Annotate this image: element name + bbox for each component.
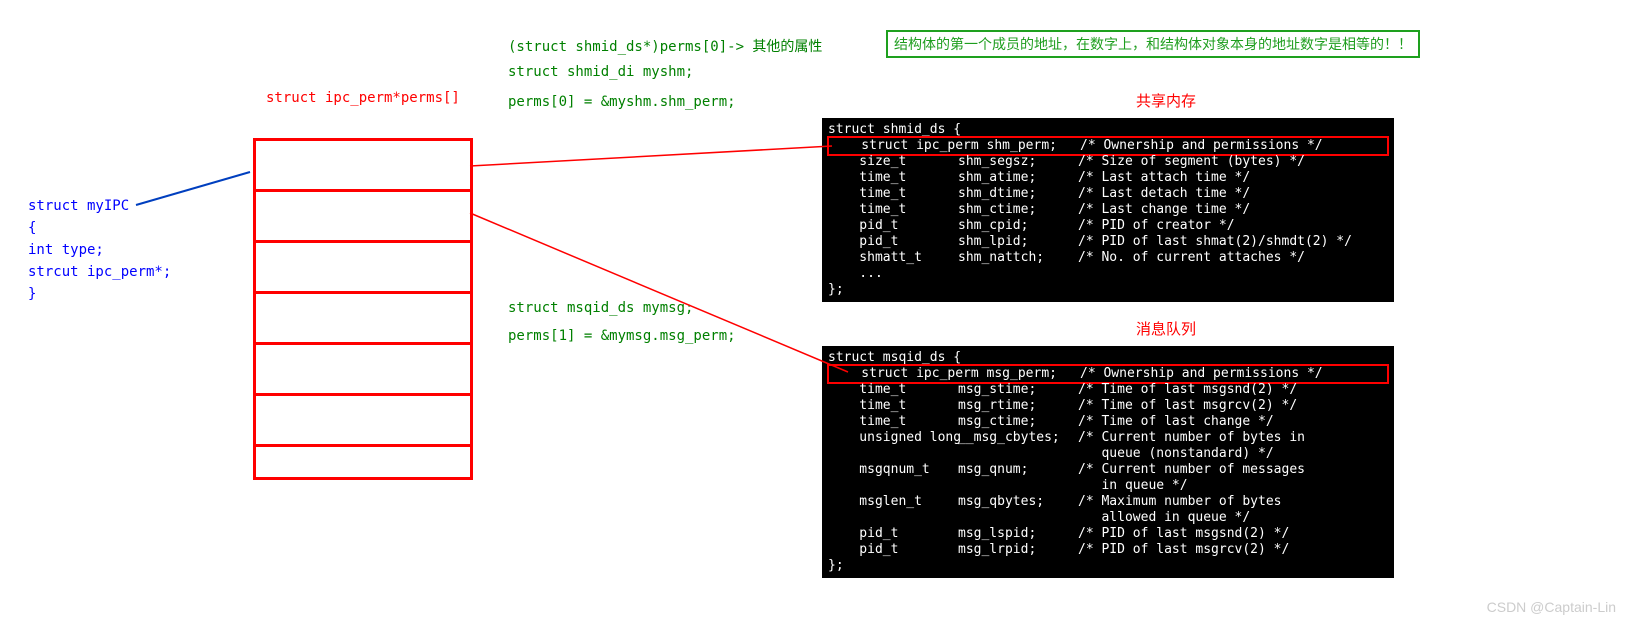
code-line: ...: [828, 266, 1388, 282]
shared-memory-title: 共享内存: [1136, 90, 1196, 111]
code-line: shmatt_tshm_nattch;/* No. of current att…: [828, 250, 1388, 266]
code-line: time_tmsg_rtime;/* Time of last msgrcv(2…: [828, 398, 1388, 414]
code-line: allowed in queue */: [828, 510, 1388, 526]
code-line: time_tshm_atime;/* Last attach time */: [828, 170, 1388, 186]
code-line: strcut ipc_perm*;: [28, 261, 171, 283]
code-line: pid_tmsg_lrpid;/* PID of last msgrcv(2) …: [828, 542, 1388, 558]
array-cell: [256, 192, 470, 243]
code-line: in queue */: [828, 478, 1388, 494]
msg-code-block: struct msqid_ds { struct ipc_perm msg_pe…: [822, 346, 1394, 578]
code-line: msgqnum_tmsg_qnum;/* Current number of m…: [828, 462, 1388, 478]
code-line: };: [828, 558, 1388, 574]
code-line: pid_tshm_lpid;/* PID of last shmat(2)/sh…: [828, 234, 1388, 250]
perms-array-label: struct ipc_perm*perms[]: [266, 90, 460, 106]
code-line: struct ipc_perm shm_perm;/* Ownership an…: [828, 138, 1388, 154]
array-cell: [256, 294, 470, 345]
code-line: struct myIPC: [28, 195, 171, 217]
code-line: int type;: [28, 239, 171, 261]
watermark: CSDN @Captain-Lin: [1487, 599, 1616, 615]
msg-assign: perms[1] = &mymsg.msg_perm;: [508, 328, 736, 344]
code-line: struct ipc_perm msg_perm;/* Ownership an…: [828, 366, 1388, 382]
code-line: pid_tshm_cpid;/* PID of creator */: [828, 218, 1388, 234]
shm-decl: struct shmid_di myshm;: [508, 64, 693, 80]
code-line: queue (nonstandard) */: [828, 446, 1388, 462]
code-line: size_tshm_segsz;/* Size of segment (byte…: [828, 154, 1388, 170]
code-line: msglen_tmsg_qbytes;/* Maximum number of …: [828, 494, 1388, 510]
array-cell: [256, 447, 470, 495]
code-line: time_tshm_ctime;/* Last change time */: [828, 202, 1388, 218]
array-cell: [256, 141, 470, 192]
note-box: 结构体的第一个成员的地址，在数字上，和结构体对象本身的地址数字是相等的！！: [886, 30, 1420, 58]
code-line: }: [28, 283, 171, 305]
code-line: time_tmsg_ctime;/* Time of last change *…: [828, 414, 1388, 430]
code-line: pid_tmsg_lspid;/* PID of last msgsnd(2) …: [828, 526, 1388, 542]
msg-decl: struct msqid_ds mymsg;: [508, 300, 693, 316]
array-cell: [256, 396, 470, 447]
array-cell: [256, 243, 470, 294]
myipc-struct: struct myIPC { int type; strcut ipc_perm…: [28, 195, 171, 305]
code-line: };: [828, 282, 1388, 298]
shm-code-block: struct shmid_ds { struct ipc_perm shm_pe…: [822, 118, 1394, 302]
array-cell: [256, 345, 470, 396]
code-line: time_tshm_dtime;/* Last detach time */: [828, 186, 1388, 202]
code-line: time_tmsg_stime;/* Time of last msgsnd(2…: [828, 382, 1388, 398]
code-line: {: [28, 217, 171, 239]
shm-assign: perms[0] = &myshm.shm_perm;: [508, 94, 736, 110]
cast-line: (struct shmid_ds*)perms[0]-> 其他的属性: [508, 36, 822, 56]
perms-array-box: [253, 138, 473, 480]
message-queue-title: 消息队列: [1136, 318, 1196, 339]
code-line: unsigned long__msg_cbytes;/* Current num…: [828, 430, 1388, 446]
